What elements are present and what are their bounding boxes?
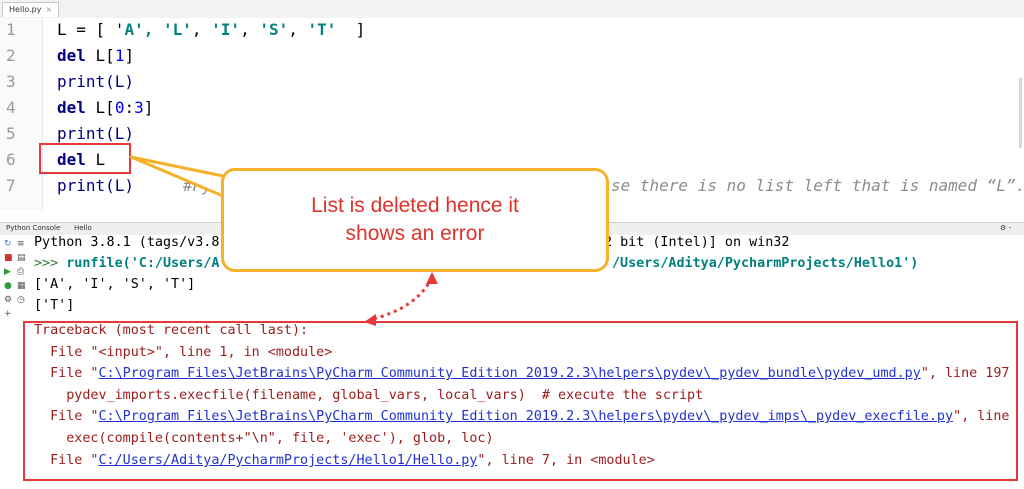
console-line: 2 bit (Intel)] on win32 bbox=[604, 235, 790, 250]
line-number: 6 bbox=[6, 150, 16, 169]
debug-icon[interactable]: ● bbox=[4, 281, 12, 291]
line-number: 5 bbox=[6, 124, 16, 143]
highlight-box-del-statement bbox=[39, 143, 131, 174]
code-line-5: print(L) bbox=[57, 124, 135, 143]
callout-text-line1: List is deleted hence it bbox=[311, 194, 519, 217]
console-command: runfile('C:/Users/A bbox=[58, 256, 220, 271]
callout-text-line2: shows an error bbox=[345, 222, 485, 245]
tab-hello-run[interactable]: Hello bbox=[74, 224, 92, 232]
line-number: 1 bbox=[6, 20, 16, 39]
console-line: >>> runfile('C:/Users/A bbox=[34, 256, 219, 271]
editor-scrollbar[interactable] bbox=[1019, 78, 1022, 148]
code-token: ] bbox=[336, 20, 366, 39]
line-number-gutter: 1 2 3 4 5 6 7 bbox=[0, 18, 43, 210]
code-line-3: print(L) bbox=[57, 72, 135, 91]
code-token: L = [ ' bbox=[57, 20, 125, 39]
code-token: , bbox=[240, 20, 260, 39]
highlight-box-traceback bbox=[23, 321, 1018, 481]
history-icon[interactable]: ▤ bbox=[17, 253, 26, 263]
clock-icon[interactable]: ◷ bbox=[17, 295, 25, 305]
code-token: : bbox=[124, 98, 135, 117]
console-command-end: /Users/Aditya/PycharmProjects/Hello1') bbox=[612, 256, 919, 271]
keyword: del bbox=[57, 98, 86, 117]
code-token: 'I' bbox=[211, 20, 241, 39]
code-line-2: del L[1] bbox=[57, 46, 134, 65]
soft-wrap-icon[interactable]: ≡ bbox=[17, 239, 25, 249]
settings-icon[interactable]: ⚙ bbox=[4, 295, 12, 305]
code-comment-start: #Py bbox=[183, 176, 212, 195]
gear-icon[interactable]: ⚙ - bbox=[1000, 224, 1011, 232]
console-output: ['A', 'I', 'S', 'T'] bbox=[34, 277, 196, 292]
run-icon[interactable]: ▶ bbox=[4, 267, 11, 277]
variables-icon[interactable]: ▦ bbox=[17, 281, 26, 291]
code-line-1: L = [ 'A', 'L', 'I', 'S', 'T' ] bbox=[57, 20, 365, 39]
code-token: 'T' bbox=[307, 20, 337, 39]
tab-hello-py[interactable]: Hello.py × bbox=[2, 2, 60, 17]
tab-label: Hello.py bbox=[9, 5, 42, 14]
stop-icon[interactable]: ■ bbox=[4, 253, 13, 263]
code-comment-end: se there is no list left that is named “… bbox=[611, 176, 1024, 195]
code-token: 'S' bbox=[259, 20, 289, 39]
editor-tab-bar: Hello.py × bbox=[0, 0, 1024, 19]
callout-box: List is deleted hence it shows an error bbox=[221, 168, 609, 272]
tab-python-console[interactable]: Python Console bbox=[6, 224, 60, 232]
console-prompt: >>> bbox=[34, 256, 59, 271]
code-token: L[ bbox=[85, 98, 115, 117]
console-output: ['T'] bbox=[34, 298, 75, 313]
code-token: 'L' bbox=[162, 20, 192, 39]
code-line-7: print(L) bbox=[57, 176, 134, 195]
code-token: ] bbox=[124, 46, 135, 65]
console-line: Python 3.8.1 (tags/v3.8 bbox=[34, 235, 220, 250]
line-number: 4 bbox=[6, 98, 16, 117]
number-literal: 3 bbox=[134, 98, 144, 117]
code-token: L[ bbox=[85, 46, 115, 65]
close-icon[interactable]: × bbox=[46, 3, 53, 17]
code-token: , bbox=[288, 20, 308, 39]
code-token: A bbox=[124, 20, 135, 39]
code-token: , bbox=[191, 20, 212, 39]
code-token: ', bbox=[134, 20, 163, 39]
console-toolbar: ↻ ■ ▶ ● ⚙ + ≡ ▤ ⎙ ▦ ◷ bbox=[0, 235, 30, 335]
number-literal: 1 bbox=[114, 46, 125, 65]
add-icon[interactable]: + bbox=[4, 309, 12, 319]
code-token: print(L) bbox=[57, 176, 135, 195]
line-number: 2 bbox=[6, 46, 16, 65]
code-token: ] bbox=[143, 98, 154, 117]
line-number: 3 bbox=[6, 72, 16, 91]
line-number: 7 bbox=[6, 176, 16, 195]
rerun-icon[interactable]: ↻ bbox=[4, 239, 12, 249]
number-literal: 0 bbox=[114, 98, 125, 117]
code-line-4: del L[0:3] bbox=[57, 98, 153, 117]
keyword: del bbox=[57, 46, 86, 65]
print-icon[interactable]: ⎙ bbox=[17, 267, 24, 277]
